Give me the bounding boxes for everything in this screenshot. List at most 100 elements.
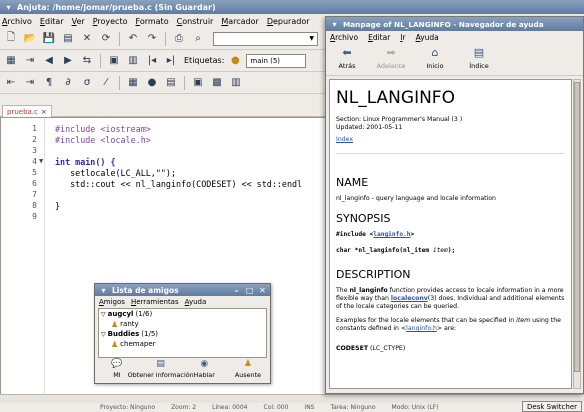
menu-ver[interactable]: Ver [72,17,85,26]
breakpoint-icon[interactable]: ▩ [209,75,225,91]
buddy-row[interactable]: ♟ ranty [99,319,266,329]
forward-icon[interactable]: ▶ [60,53,76,69]
home-button[interactable]: ⌂ Inicio [418,46,452,70]
save-icon[interactable]: 💾 [41,31,57,47]
expand-arrow-icon[interactable]: ▽ [101,311,106,318]
scrollbar-thumb[interactable] [574,82,580,372]
buddy-row[interactable]: ♟ chemaper [99,339,266,349]
bookmarks-label: Etiquetas: [184,56,225,65]
watch-icon[interactable]: ▥ [228,75,244,91]
redo-icon[interactable]: ↷ [144,31,160,47]
line-number: 1 [32,124,37,133]
codeset-name: CODESET [336,345,369,352]
close-file-icon[interactable]: ✕ [79,31,95,47]
index-book-icon: ▤ [473,46,485,59]
build-icon[interactable]: ● [144,75,160,91]
buddy-list-window: ▾ Lista de amigos – □ ✕ Amigos Herramien… [94,283,271,384]
menu-formato[interactable]: Formato [135,17,168,26]
help-menu-editar[interactable]: Editar [368,33,390,42]
back-label: Atrás [338,62,356,70]
undo-icon[interactable]: ↶ [125,31,141,47]
window-menu-icon[interactable]: ▾ [99,286,108,295]
wrap-icon[interactable]: ⁄ [98,75,114,91]
localeconv-link[interactable]: localeconv [391,295,428,302]
menu-depurador[interactable]: Depurador [267,17,310,26]
open-file-icon[interactable]: ▦ [3,53,19,69]
langinfo-h-link-2[interactable]: langinfo.h [406,325,437,332]
desk-switcher-button[interactable]: Desk Switcher [522,401,582,412]
search-combo[interactable]: ▼ [213,31,318,46]
minimize-icon[interactable]: – [232,286,241,295]
help-titlebar[interactable]: ▾ Manpage of NL_LANGINFO - Navegador de … [326,17,583,31]
help-menu-archivo[interactable]: Archivo [330,33,358,42]
index-link[interactable]: Index [336,136,353,143]
buddy-menu-amigos[interactable]: Amigos [99,298,125,306]
open-folder-icon[interactable]: 📂 [22,31,38,47]
next-bookmark-icon[interactable]: ▸| [163,53,179,69]
desc-p2-a: Examples for the locale elements that ca… [336,317,517,324]
print-icon[interactable]: ⎙ [171,31,187,47]
buddy-menu-ayuda[interactable]: Ayuda [185,298,207,306]
buddy-group-row[interactable]: ▽ augcyl (1/6) [99,309,266,319]
back-icon[interactable]: ◀ [41,53,57,69]
manpage-content: NL_LANGINFO Section: Linux Programmer's … [329,79,572,389]
index-button[interactable]: ▤ Índice [462,46,496,70]
talk-button[interactable]: ◉ Hablar [185,359,223,383]
unindent-icon[interactable]: ⇥ [22,75,38,91]
close-icon[interactable]: ✕ [258,286,267,295]
line-number: 9 [32,212,37,221]
group-name: Buddies [107,330,140,338]
away-button[interactable]: ♟ Ausente [229,359,267,383]
status-ins: INS [304,404,315,411]
help-menu-ayuda[interactable]: Ayuda [416,33,439,42]
menu-proyecto[interactable]: Proyecto [93,17,128,26]
buddy-menu-herramientas[interactable]: Herramientas [131,298,179,306]
buddy-group-row[interactable]: ▽ Buddies (1/5) [99,329,266,339]
brace-match-icon[interactable]: ▣ [106,53,122,69]
line-number: 5 [32,168,37,177]
uncomment-icon[interactable]: ∂ [60,75,76,91]
help-menu-ir[interactable]: Ir [400,33,405,42]
maximize-icon[interactable]: □ [245,286,254,295]
save-all-icon[interactable]: ▤ [60,31,76,47]
code-line: 3 [1,146,331,157]
reload-icon[interactable]: ⟳ [98,31,114,47]
debug-icon[interactable]: ▣ [190,75,206,91]
menu-marcador[interactable]: Marcador [221,17,258,26]
desc-p1-b: nl_langinfo [349,287,388,294]
horizontal-scrollbar[interactable] [0,394,584,403]
menu-construir[interactable]: Construir [177,17,214,26]
fold-marker-icon[interactable]: ▼ [39,157,43,165]
buddy-titlebar[interactable]: ▾ Lista de amigos – □ ✕ [95,284,270,296]
window-menu-icon[interactable]: ▾ [330,20,339,29]
close-icon[interactable]: × [41,108,47,116]
execute-icon[interactable]: ▤ [163,75,179,91]
window-menu-icon[interactable]: ▾ [4,3,13,12]
get-info-button[interactable]: ▤ Obtener información [128,359,194,383]
comment-icon[interactable]: ¶ [41,75,57,91]
help-menubar: Archivo Editar Ir Ayuda [326,31,583,44]
langinfo-h-link[interactable]: langinfo.h [373,231,410,238]
tab-prueba-c[interactable]: prueba.c × [2,105,52,117]
help-title: Manpage of NL_LANGINFO - Navegador de ay… [343,19,544,29]
synopsis-proto-prefix: char *nl_langinfo(nl_item [336,247,433,254]
anjuta-titlebar[interactable]: ▾ Anjuta: /home/jomar/prueba.c (Sin Guar… [0,0,584,14]
menu-archivo[interactable]: Archivo [2,17,32,26]
forward-button[interactable]: ➡ Adelante [374,46,408,70]
menu-editar[interactable]: Editar [40,17,64,26]
help-vertical-scrollbar[interactable] [573,79,581,389]
compile-icon[interactable]: ▦ [125,75,141,91]
goto-line-icon[interactable]: ⇥ [22,53,38,69]
function-combo[interactable]: main (5) [246,53,307,68]
prev-bookmark-icon[interactable]: |◂ [144,53,160,69]
back-button[interactable]: ⬅ Atrás [330,46,364,70]
indent-icon[interactable]: ⇤ [3,75,19,91]
folding-icon[interactable]: ▥ [125,53,141,69]
sigma-icon[interactable]: σ [79,75,95,91]
find-icon[interactable]: ⌕ [190,31,206,47]
expand-arrow-icon[interactable]: ▽ [101,331,106,338]
new-file-icon[interactable]: 🗋 [3,31,19,47]
line-number: 4 [32,157,37,166]
user-status-icon: ♟ [111,319,119,329]
bookmark-toggle-icon[interactable]: ⇆ [79,53,95,69]
